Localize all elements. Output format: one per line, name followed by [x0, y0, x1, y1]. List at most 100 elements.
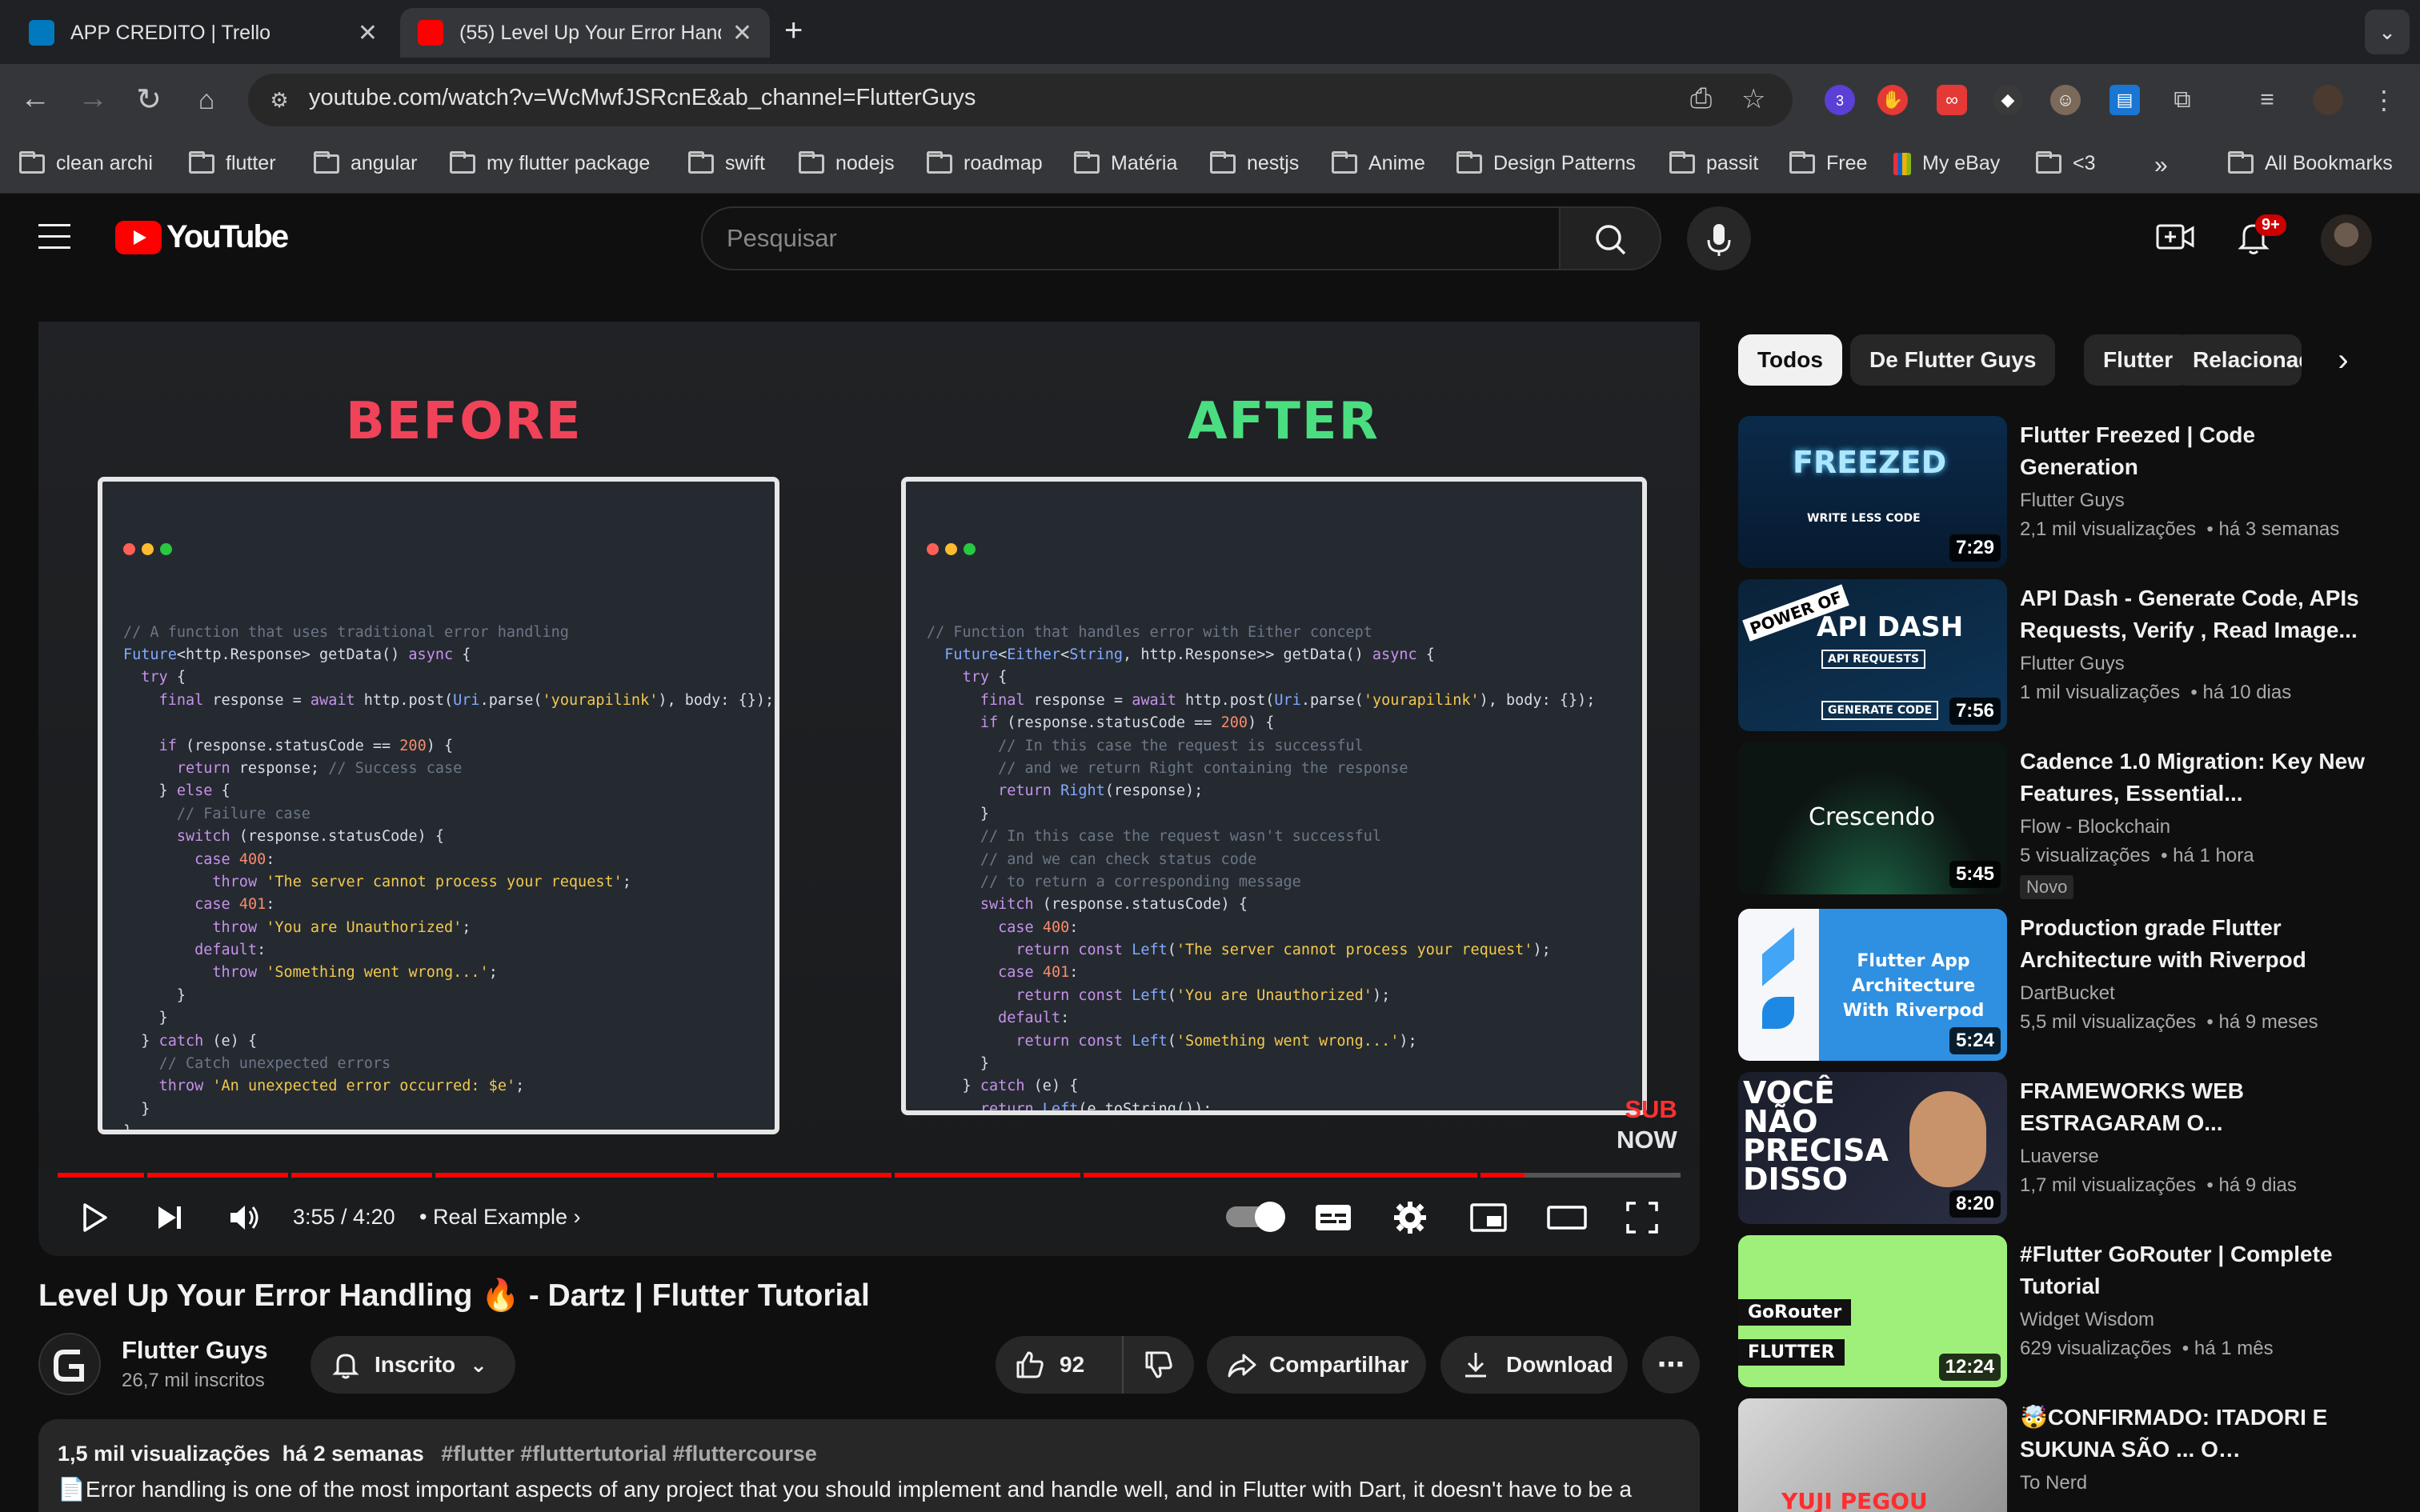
video-thumbnail[interactable]: Flutter App Architecture With Riverpod 5… — [1738, 909, 2007, 1061]
recommendation-channel[interactable]: Luaverse — [2020, 1146, 2099, 1168]
subtitles-button[interactable] — [1314, 1200, 1352, 1239]
account-avatar[interactable] — [2321, 214, 2372, 266]
recommendation-channel[interactable]: Flutter Guys — [2020, 490, 2125, 512]
bookmark-folder[interactable]: my flutter package — [450, 150, 650, 175]
recommendation-channel[interactable]: To Nerd — [2020, 1472, 2087, 1494]
browser-tab-trello[interactable]: APP CREDITO | Trello ✕ — [11, 8, 395, 58]
extension-icon[interactable]: ∞ — [1937, 85, 1967, 115]
voice-search-button[interactable] — [1687, 206, 1751, 270]
extensions-puzzle-icon[interactable]: ⧉ — [2167, 85, 2198, 115]
recommendation-title[interactable]: #Flutter GoRouter | Complete Tutorial — [2020, 1238, 2372, 1302]
recommendation-title[interactable]: Cadence 1.0 Migration: Key New Features,… — [2020, 746, 2372, 810]
recommendation-item[interactable]: GoRouter FLUTTER 12:24 #Flutter GoRouter… — [1738, 1235, 2402, 1389]
theater-mode-button[interactable] — [1546, 1200, 1588, 1239]
video-thumbnail[interactable]: YUJI PEGOU — [1738, 1398, 2007, 1512]
recommendation-title[interactable]: FRAMEWORKS WEB ESTRAGARAM O... — [2020, 1075, 2372, 1139]
media-control-icon[interactable]: ≡ — [2252, 85, 2282, 115]
recommendation-title[interactable]: 🤯CONFIRMADO: ITADORI E SUKUNA SÃO ... O … — [2020, 1402, 2372, 1466]
home-button[interactable]: ⌂ — [187, 85, 226, 116]
recommendation-channel[interactable]: Widget Wisdom — [2020, 1309, 2154, 1331]
more-bookmarks-icon[interactable]: » — [2154, 152, 2168, 179]
recommendation-item[interactable]: Flutter App Architecture With Riverpod 5… — [1738, 909, 2402, 1062]
chip-de-flutter-guys[interactable]: De Flutter Guys — [1850, 334, 2056, 386]
bookmark-ebay[interactable]: My eBay — [1893, 152, 2000, 175]
video-thumbnail[interactable]: GoRouter FLUTTER 12:24 — [1738, 1235, 2007, 1387]
bookmark-folder[interactable]: Matéria — [1074, 150, 1177, 175]
extension-icon[interactable]: ✋ — [1877, 85, 1908, 115]
settings-button[interactable] — [1392, 1200, 1428, 1239]
bookmark-folder[interactable]: passit — [1669, 150, 1758, 175]
menu-icon[interactable] — [38, 224, 70, 258]
more-actions-button[interactable]: ⋯ — [1642, 1336, 1700, 1394]
play-button[interactable] — [77, 1200, 112, 1239]
forward-button[interactable]: → — [74, 82, 112, 116]
search-button[interactable] — [1559, 206, 1661, 270]
video-thumbnail[interactable]: FREEZED WRITE LESS CODE 7:29 — [1738, 416, 2007, 568]
video-thumbnail[interactable]: VOCÊ NÃO PRECISA DISSO 8:20 — [1738, 1072, 2007, 1224]
close-tab-icon[interactable]: ✕ — [358, 19, 378, 47]
download-button[interactable]: Download — [1440, 1336, 1628, 1394]
extension-icon[interactable]: 3 — [1825, 85, 1855, 115]
extension-icon[interactable]: ▤ — [2109, 85, 2140, 115]
recommendation-channel[interactable]: DartBucket — [2020, 982, 2115, 1005]
channel-avatar[interactable] — [38, 1333, 101, 1395]
bookmark-folder[interactable]: nestjs — [1210, 150, 1299, 175]
create-video-button[interactable] — [2156, 221, 2194, 253]
tab-search-button[interactable]: ⌄ — [2365, 10, 2410, 54]
autoplay-toggle[interactable] — [1226, 1202, 1285, 1232]
back-button[interactable]: ← — [16, 82, 54, 116]
video-thumbnail[interactable]: Crescendo 5:45 — [1738, 742, 2007, 894]
hashtags[interactable]: #flutter #fluttertutorial #fluttercourse — [441, 1442, 817, 1466]
bookmark-folder[interactable]: swift — [688, 150, 765, 175]
bookmark-folder[interactable]: Anime — [1332, 150, 1425, 175]
bookmark-label: Anime — [1368, 152, 1425, 174]
bookmark-folder[interactable]: nodejs — [799, 150, 895, 175]
bookmark-folder[interactable]: Design Patterns — [1456, 150, 1636, 175]
close-tab-icon[interactable]: ✕ — [732, 19, 752, 47]
next-button[interactable] — [152, 1200, 187, 1239]
chevron-right-icon[interactable]: › — [2324, 341, 2362, 379]
recommendation-title[interactable]: API Dash - Generate Code, APIs Requests,… — [2020, 582, 2372, 646]
recommendation-item[interactable]: FREEZED WRITE LESS CODE 7:29 Flutter Fre… — [1738, 416, 2402, 570]
volume-button[interactable] — [227, 1200, 262, 1239]
like-button[interactable]: 92 — [996, 1336, 1124, 1394]
recommendation-title[interactable]: Flutter Freezed | Code Generation — [2020, 419, 2372, 483]
recommendation-item[interactable]: POWER OF API DASH API REQUESTS GENERATE … — [1738, 579, 2402, 733]
channel-name[interactable]: Flutter Guys — [122, 1336, 268, 1365]
site-info-icon[interactable]: ⚙ — [262, 83, 296, 117]
recommendation-channel[interactable]: Flow - Blockchain — [2020, 816, 2170, 838]
url-text[interactable]: youtube.com/watch?v=WcMwfJSRcnE&ab_chann… — [309, 85, 976, 111]
miniplayer-button[interactable] — [1469, 1200, 1508, 1239]
bookmark-star-icon[interactable]: ☆ — [1741, 83, 1765, 115]
profile-avatar[interactable] — [2313, 85, 2343, 115]
recommendation-item[interactable]: YUJI PEGOU 🤯CONFIRMADO: ITADORI E SUKUNA… — [1738, 1398, 2402, 1512]
all-bookmarks[interactable]: All Bookmarks — [2228, 150, 2393, 175]
subscribed-button[interactable]: Inscrito ⌄ — [311, 1336, 515, 1394]
bookmark-folder[interactable]: Free — [1789, 150, 1867, 175]
bookmark-folder[interactable]: flutter — [189, 150, 276, 175]
extension-icon[interactable]: ☺ — [2050, 85, 2081, 115]
install-app-icon[interactable]: ⎙ — [1690, 83, 1712, 114]
bookmark-folder[interactable]: <3 — [2036, 150, 2096, 175]
dislike-button[interactable] — [1124, 1336, 1192, 1394]
browser-menu-icon[interactable]: ⋮ — [2369, 85, 2399, 115]
youtube-logo[interactable]: YouTube — [115, 219, 289, 255]
bookmark-folder[interactable]: roadmap — [927, 150, 1043, 175]
recommendation-title[interactable]: Production grade Flutter Architecture wi… — [2020, 912, 2372, 976]
fullscreen-button[interactable] — [1625, 1200, 1660, 1239]
recommendation-item[interactable]: Crescendo 5:45 Cadence 1.0 Migration: Ke… — [1738, 742, 2402, 899]
chapter-title[interactable]: • Real Example › — [419, 1205, 581, 1230]
new-tab-button[interactable]: + — [784, 13, 803, 49]
chip-todos[interactable]: Todos — [1738, 334, 1842, 386]
search-input[interactable] — [727, 222, 1527, 254]
bookmark-folder[interactable]: clean archi — [19, 150, 153, 175]
video-thumbnail[interactable]: POWER OF API DASH API REQUESTS GENERATE … — [1738, 579, 2007, 731]
browser-tab-youtube[interactable]: (55) Level Up Your Error Handling 🔥 - Da… — [400, 8, 770, 58]
recommendation-item[interactable]: VOCÊ NÃO PRECISA DISSO 8:20 FRAMEWORKS W… — [1738, 1072, 2402, 1226]
chip-relacionados[interactable]: Relacionados — [2174, 334, 2302, 386]
bookmark-folder[interactable]: angular — [314, 150, 417, 175]
reload-button[interactable]: ↻ — [130, 82, 168, 118]
extension-icon[interactable]: ◆ — [1993, 85, 2023, 115]
recommendation-channel[interactable]: Flutter Guys — [2020, 653, 2125, 675]
share-button[interactable]: Compartilhar — [1207, 1336, 1426, 1394]
